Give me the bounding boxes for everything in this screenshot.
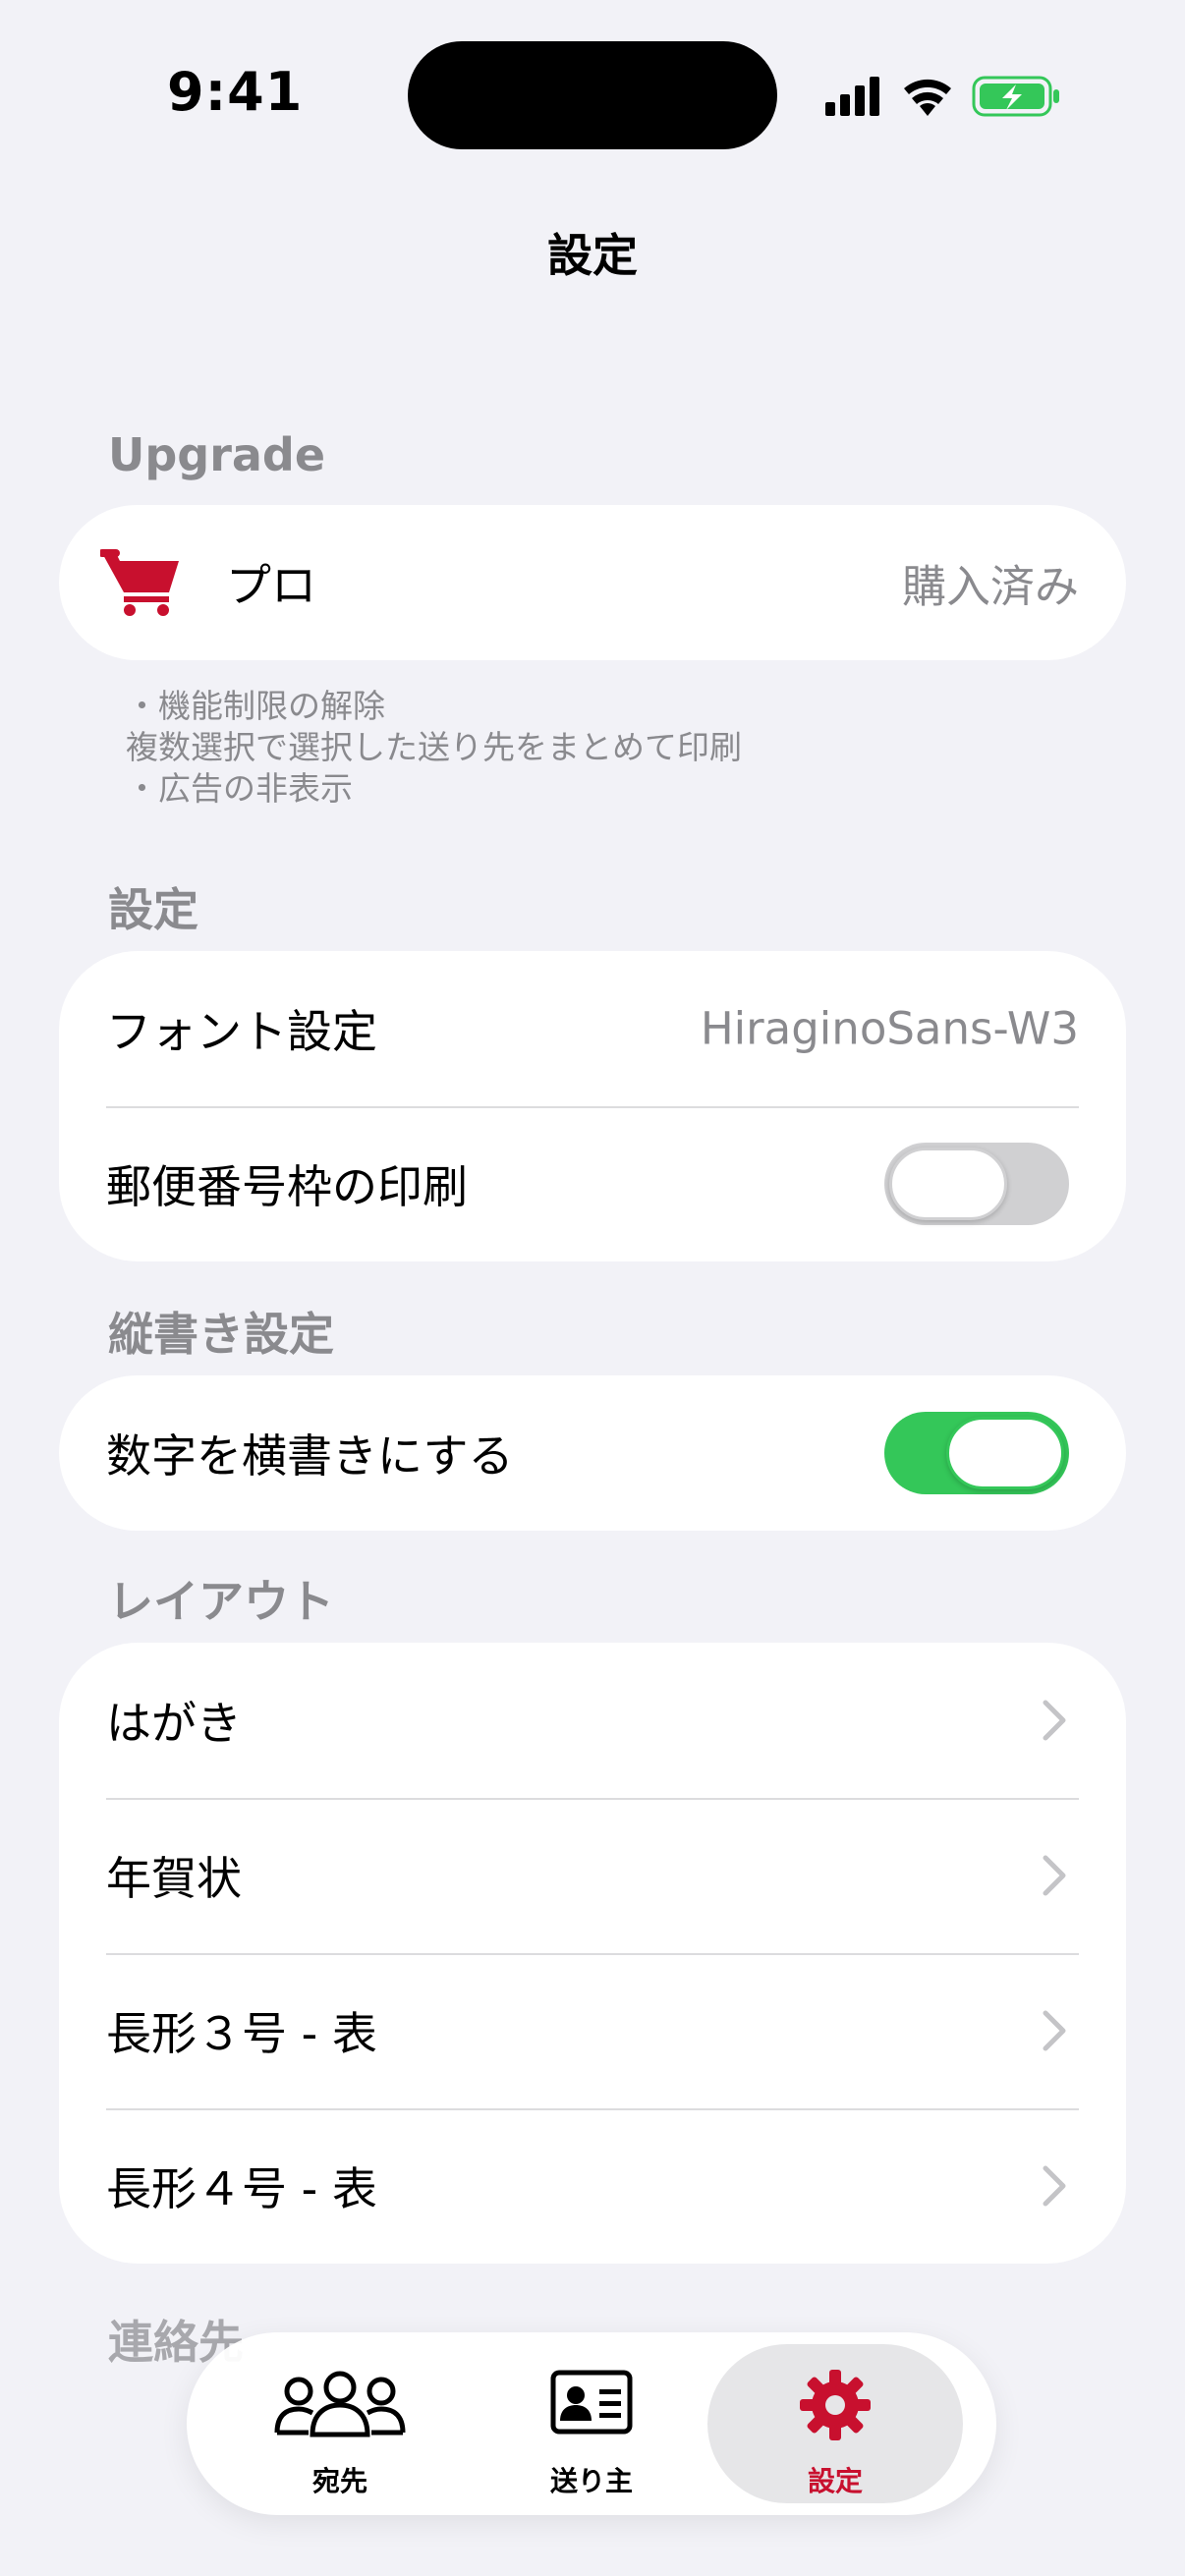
pro-label: プロ bbox=[226, 559, 316, 612]
status-bar: 9:41 bbox=[0, 0, 1185, 187]
font-setting-value: HiraginoSans-W3 bbox=[700, 1002, 1079, 1055]
upgrade-note: ・機能制限の解除 bbox=[126, 687, 385, 725]
font-setting-row[interactable]: フォント設定 HiraginoSans-W3 bbox=[59, 951, 1126, 1106]
postal-frame-toggle[interactable] bbox=[884, 1143, 1069, 1225]
page-title: 設定 bbox=[547, 229, 638, 282]
chevron-right-icon bbox=[1043, 2010, 1066, 2051]
wifi-icon bbox=[904, 79, 951, 116]
postal-frame-row: 郵便番号枠の印刷 bbox=[59, 1106, 1126, 1261]
tab-label: 送り主 bbox=[549, 2465, 633, 2497]
postal-frame-label: 郵便番号枠の印刷 bbox=[106, 1160, 468, 1213]
layout-item-label: はがき bbox=[106, 1697, 242, 1750]
pro-row[interactable]: プロ 購入済み bbox=[59, 505, 1126, 660]
cellular-signal-icon bbox=[825, 77, 879, 116]
vertical-card: 数字を横書きにする bbox=[59, 1375, 1126, 1531]
layout-item-label: 年賀状 bbox=[106, 1852, 242, 1905]
font-setting-label: フォント設定 bbox=[106, 1005, 377, 1058]
gear-icon bbox=[800, 2370, 871, 2440]
tab-sender[interactable]: 送り主 bbox=[464, 2344, 719, 2503]
status-icons bbox=[825, 76, 1059, 117]
battery-icon bbox=[972, 76, 1059, 117]
layout-item-label: 長形４号 - 表 bbox=[106, 2162, 377, 2215]
upgrade-card: プロ 購入済み bbox=[59, 505, 1126, 660]
horizontal-numbers-row: 数字を横書きにする bbox=[59, 1375, 1126, 1531]
chevron-right-icon bbox=[1043, 2165, 1066, 2207]
contact-card-icon bbox=[550, 2370, 633, 2435]
upgrade-note: 複数選択で選択した送り先をまとめて印刷 bbox=[126, 728, 742, 766]
chevron-right-icon bbox=[1043, 1700, 1066, 1741]
tab-recipients[interactable]: 宛先 bbox=[212, 2344, 468, 2503]
horizontal-numbers-toggle[interactable] bbox=[884, 1412, 1069, 1494]
upgrade-notes: ・機能制限の解除 複数選択で選択した送り先をまとめて印刷 ・広告の非表示 bbox=[126, 686, 742, 810]
tab-label: 宛先 bbox=[311, 2465, 367, 2497]
section-header-upgrade: Upgrade bbox=[108, 428, 326, 481]
layout-item-envelope-3[interactable]: 長形３号 - 表 bbox=[59, 1953, 1126, 2108]
tab-label: 設定 bbox=[807, 2465, 863, 2497]
tab-settings[interactable]: 設定 bbox=[707, 2344, 963, 2503]
toggle-knob bbox=[889, 1148, 1007, 1220]
layout-item-new-year-card[interactable]: 年賀状 bbox=[59, 1798, 1126, 1953]
layout-item-label: 長形３号 - 表 bbox=[106, 2007, 377, 2060]
dynamic-island bbox=[408, 41, 777, 149]
upgrade-note: ・広告の非表示 bbox=[126, 769, 353, 808]
layout-item-postcard[interactable]: はがき bbox=[59, 1643, 1126, 1798]
people-icon bbox=[274, 2371, 406, 2437]
pro-status: 購入済み bbox=[901, 560, 1079, 613]
cart-icon bbox=[100, 549, 179, 616]
chevron-right-icon bbox=[1043, 1855, 1066, 1896]
status-time: 9:41 bbox=[167, 61, 304, 123]
horizontal-numbers-label: 数字を横書きにする bbox=[106, 1429, 514, 1483]
settings-card: フォント設定 HiraginoSans-W3 郵便番号枠の印刷 bbox=[59, 951, 1126, 1261]
section-header-layout: レイアウト bbox=[108, 1575, 334, 1628]
section-header-settings: 設定 bbox=[108, 883, 198, 936]
toggle-knob bbox=[946, 1417, 1064, 1489]
section-header-vertical: 縦書き設定 bbox=[108, 1308, 334, 1361]
tab-bar: 宛先 送り主 設定 bbox=[187, 2332, 996, 2515]
layout-card: はがき 年賀状 長形３号 - 表 長形４号 - 表 bbox=[59, 1643, 1126, 2264]
layout-item-envelope-4[interactable]: 長形４号 - 表 bbox=[59, 2108, 1126, 2264]
